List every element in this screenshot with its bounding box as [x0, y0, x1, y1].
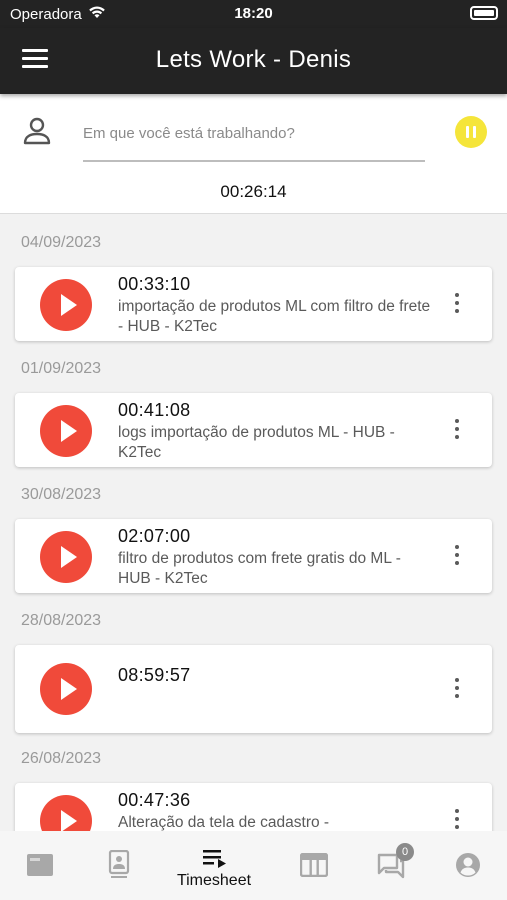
more-vert-icon[interactable]	[453, 545, 461, 569]
timesheet-list[interactable]: 04/09/2023 00:33:10 importação de produt…	[0, 215, 507, 831]
entry-duration: 08:59:57	[118, 665, 191, 685]
nav-dashboard[interactable]	[10, 831, 70, 900]
badge-icon	[108, 850, 130, 878]
day-date: 26/08/2023	[21, 750, 102, 767]
nav-badge[interactable]	[89, 831, 149, 900]
time-entry[interactable]: 00:41:08 logs importação de produtos ML …	[15, 393, 492, 467]
day-date: 28/08/2023	[21, 612, 102, 629]
more-vert-icon[interactable]	[453, 678, 461, 702]
time-entry[interactable]: 08:59:57	[15, 645, 492, 733]
nav-account[interactable]	[438, 831, 498, 900]
nav-table[interactable]	[284, 831, 344, 900]
page-title: Lets Work - Denis	[155, 46, 352, 73]
clock: 18:20	[234, 5, 273, 22]
entry-duration: 02:07:00	[118, 526, 191, 546]
play-icon[interactable]	[40, 663, 92, 715]
entry-description: Alteração da tela de cadastro -	[118, 814, 330, 831]
entry-description: logs importação de produtos ML - HUB - K…	[118, 424, 395, 461]
entry-duration: 00:33:10	[118, 274, 191, 294]
nav-timesheet-label: Timesheet	[176, 872, 252, 889]
status-bar: Operadora 18:20	[0, 0, 507, 28]
entry-description: importação de produtos ML com filtro de …	[118, 298, 431, 335]
time-entry[interactable]: 00:47:36 Alteração da tela de cadastro -	[15, 783, 492, 831]
elapsed-timer: 00:26:14	[220, 182, 287, 201]
day-group: 04/09/2023 00:33:10 importação de produt…	[0, 215, 507, 341]
task-input[interactable]	[83, 118, 425, 162]
entry-duration: 00:41:08	[118, 400, 191, 420]
time-entry[interactable]: 00:33:10 importação de produtos ML com f…	[15, 267, 492, 341]
day-date: 04/09/2023	[21, 234, 102, 251]
pause-button[interactable]	[455, 116, 487, 148]
day-date: 01/09/2023	[21, 360, 102, 377]
day-group: 28/08/2023 08:59:57	[0, 593, 507, 733]
day-group: 30/08/2023 02:07:00 filtro de produtos c…	[0, 467, 507, 593]
day-group: 01/09/2023 00:41:08 logs importação de p…	[0, 341, 507, 467]
timesheet-icon	[203, 850, 226, 868]
bottom-navigation: Timesheet 0	[0, 831, 507, 900]
entry-duration: 00:47:36	[118, 790, 191, 810]
chat-badge: 0	[396, 843, 414, 861]
table-icon	[300, 853, 328, 877]
day-date: 30/08/2023	[21, 486, 102, 503]
play-icon[interactable]	[40, 531, 92, 583]
battery-icon	[470, 6, 498, 20]
time-tracker: 00:26:14	[0, 94, 507, 214]
day-group: 26/08/2023 00:47:36 Alteração da tela de…	[0, 733, 507, 831]
dashboard-icon	[27, 854, 53, 876]
more-vert-icon[interactable]	[453, 419, 461, 443]
time-entry[interactable]: 02:07:00 filtro de produtos com frete gr…	[15, 519, 492, 593]
play-icon[interactable]	[40, 279, 92, 331]
more-vert-icon[interactable]	[453, 809, 461, 831]
app-bar: Lets Work - Denis	[0, 28, 507, 94]
play-icon[interactable]	[40, 795, 92, 831]
nav-timesheet[interactable]: Timesheet	[164, 831, 264, 900]
nav-chat[interactable]: 0	[366, 831, 426, 900]
person-icon	[23, 117, 51, 145]
play-icon[interactable]	[40, 405, 92, 457]
entry-description: filtro de produtos com frete gratis do M…	[118, 550, 401, 587]
more-vert-icon[interactable]	[453, 293, 461, 317]
account-circle-icon	[456, 853, 480, 877]
